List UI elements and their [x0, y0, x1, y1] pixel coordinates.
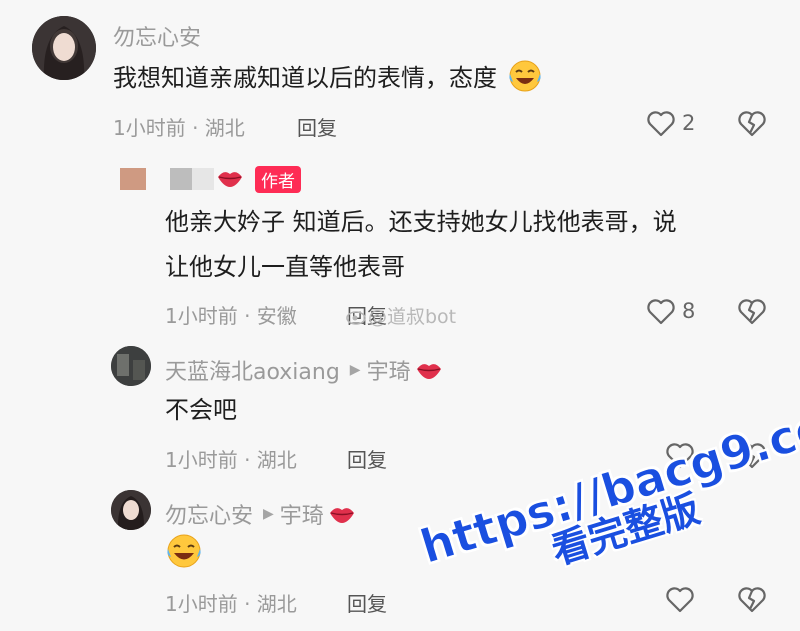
- reply-arrow-icon: ▶: [263, 506, 274, 522]
- heart-icon[interactable]: [665, 585, 695, 615]
- comment-text: 让他女儿一直等他表哥: [165, 253, 405, 281]
- watermark: @道叔bot: [346, 302, 456, 329]
- weibo-icon: [346, 310, 366, 325]
- comment-meta: 1小时前 · 湖北: [165, 592, 297, 616]
- comment-username[interactable]: 天蓝海北aoxiang: [165, 354, 340, 386]
- dislike-broken-heart-icon[interactable]: [736, 109, 768, 139]
- comment-text: 我想知道亲戚知道以后的表情，态度: [113, 58, 543, 98]
- laugh-cry-emoji-icon: [167, 534, 201, 568]
- comment-username-blurred[interactable]: [170, 168, 214, 190]
- heart-icon: [647, 299, 675, 325]
- comment-username[interactable]: 勿忘心安: [165, 498, 253, 530]
- dislike-broken-heart-icon[interactable]: [736, 297, 768, 327]
- avatar[interactable]: [111, 490, 151, 530]
- laugh-cry-emoji-icon: [509, 60, 541, 92]
- avatar-image: [111, 346, 151, 386]
- reply-to-username[interactable]: 宇琦: [280, 498, 324, 530]
- comment-username[interactable]: 勿忘心安: [113, 20, 201, 52]
- author-badge: 作者: [255, 166, 301, 193]
- like-button[interactable]: 8: [646, 296, 706, 330]
- avatar[interactable]: [32, 16, 96, 80]
- like-count: 8: [682, 299, 696, 323]
- reply-to-username[interactable]: 宇琦: [367, 354, 411, 386]
- reply-button[interactable]: 回复: [347, 444, 387, 473]
- comment-meta: 1小时前 · 湖北: [113, 116, 245, 140]
- reply-button[interactable]: 回复: [297, 112, 337, 141]
- comment-username-line: 天蓝海北aoxiang ▶ 宇琦: [165, 354, 443, 386]
- heart-icon: [647, 111, 675, 137]
- avatar[interactable]: [120, 168, 146, 190]
- comment-meta: 1小时前 · 安徽: [165, 304, 297, 328]
- lips-icon: [218, 172, 242, 187]
- lips-icon: [416, 364, 441, 379]
- like-button[interactable]: 2: [646, 108, 706, 142]
- comment-text: 不会吧: [165, 396, 237, 424]
- reply-button[interactable]: 回复: [347, 588, 387, 617]
- avatar-image: [111, 490, 151, 530]
- avatar[interactable]: [111, 346, 151, 386]
- lips-icon: [329, 508, 354, 523]
- comment-username-line: 勿忘心安 ▶ 宇琦: [165, 498, 356, 530]
- avatar-image: [32, 16, 96, 80]
- comment-meta: 1小时前 · 湖北: [165, 448, 297, 472]
- reply-arrow-icon: ▶: [349, 362, 361, 378]
- watermark-text: @道叔bot: [368, 306, 457, 328]
- dislike-broken-heart-icon[interactable]: [736, 585, 768, 615]
- like-count: 2: [682, 111, 696, 135]
- comment-text: 他亲大妗子 知道后。还支持她女儿找他表哥，说: [165, 208, 677, 236]
- comment-text-content: 我想知道亲戚知道以后的表情，态度: [113, 64, 497, 92]
